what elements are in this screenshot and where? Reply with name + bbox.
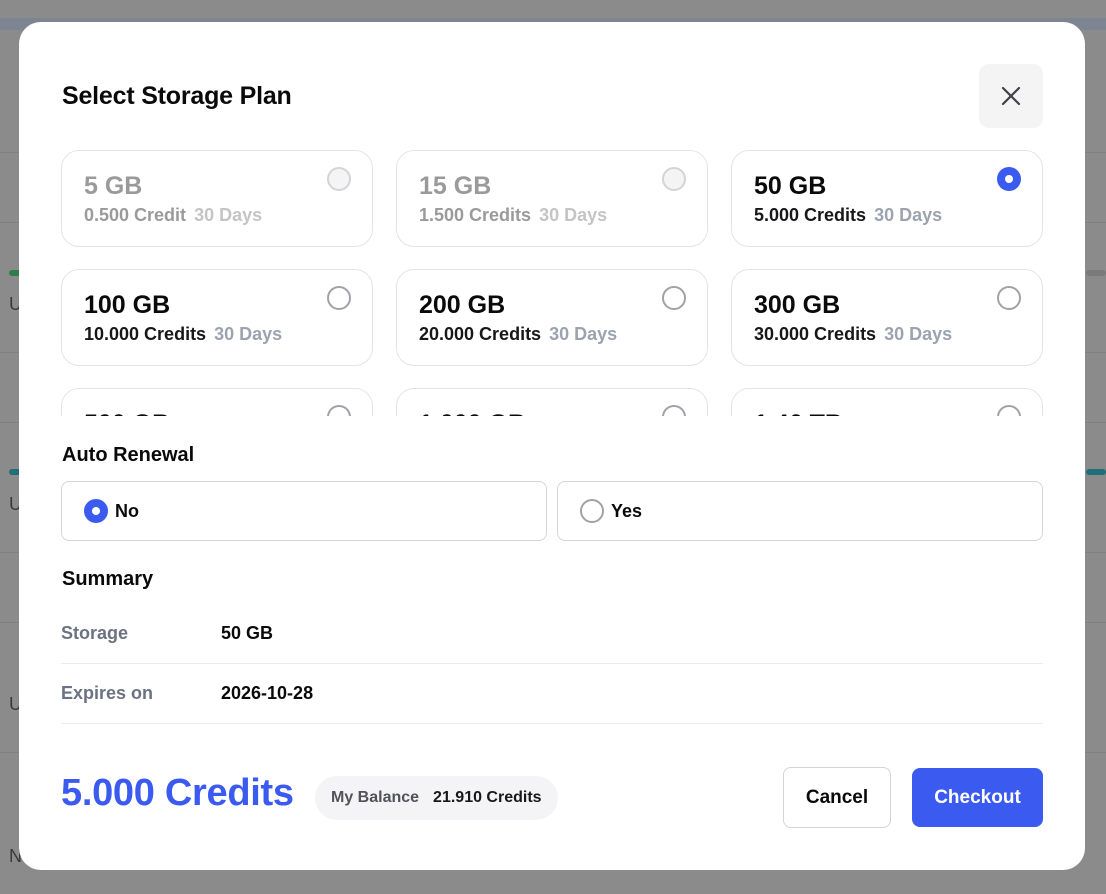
- background-progress: [1086, 469, 1106, 475]
- plan-credits: 20.000 Credits: [419, 324, 542, 344]
- plan-card[interactable]: 1.46 TB: [731, 388, 1043, 416]
- plan-duration: 30 Days: [549, 324, 618, 344]
- plan-meta: 1.500 Credits 30 Days: [419, 205, 685, 226]
- plan-meta: 5.000 Credits 30 Days: [754, 205, 1020, 226]
- plan-card[interactable]: 1,000 GB: [396, 388, 708, 416]
- plan-size: 300 GB: [754, 291, 841, 319]
- radio-yes[interactable]: [580, 499, 604, 523]
- auto-renewal-no-label: No: [115, 500, 139, 521]
- plan-meta: 30.000 Credits 30 Days: [754, 324, 1020, 345]
- plan-duration: 30 Days: [539, 205, 608, 225]
- plan-meta: 20.000 Credits 30 Days: [419, 324, 685, 345]
- plan-credits: 10.000 Credits: [84, 324, 207, 344]
- plan-size: 1.46 TB: [754, 409, 1020, 416]
- plan-list[interactable]: 5 GB 0.500 Credit 30 Days 15 GB 1.500 Credit…: [61, 150, 1045, 416]
- plan-duration: 30 Days: [884, 324, 953, 344]
- plan-grid: 5 GB 0.500 Credit 30 Days 15 GB 1.500 Credit…: [61, 150, 1045, 416]
- plan-credits: 1.500 Credits: [419, 205, 532, 225]
- summary-value: 50 GB: [221, 623, 274, 643]
- plan-size: 15 GB: [419, 172, 492, 200]
- plan-meta: 10.000 Credits 30 Days: [84, 324, 350, 345]
- summary-row-expires: Expires on 2026-10-28: [61, 664, 1043, 724]
- summary-value: 2026-10-28: [221, 683, 314, 703]
- total-price: 5.000 Credits: [61, 772, 294, 814]
- summary-key: Storage: [61, 623, 129, 643]
- plan-radio[interactable]: [327, 405, 351, 416]
- plan-card: 15 GB 1.500 Credits 30 Days: [396, 150, 708, 247]
- modal-title: Select Storage Plan: [62, 82, 292, 110]
- balance-label: My Balance: [331, 789, 420, 806]
- plan-duration: 30 Days: [194, 205, 263, 225]
- plan-duration: 30 Days: [874, 205, 943, 225]
- summary-row-storage: Storage 50 GB: [61, 604, 1043, 664]
- auto-renewal-option-yes[interactable]: Yes: [557, 481, 1043, 541]
- plan-card[interactable]: 50 GB 5.000 Credits 30 Days: [731, 150, 1043, 247]
- plan-card[interactable]: 200 GB 20.000 Credits 30 Days: [396, 269, 708, 366]
- plan-radio[interactable]: [997, 405, 1021, 416]
- plan-credits: 30.000 Credits: [754, 324, 877, 344]
- balance-badge: My Balance 21.910 Credits: [315, 776, 558, 820]
- plan-radio[interactable]: [997, 286, 1021, 310]
- plan-credits: 5.000 Credits: [754, 205, 867, 225]
- plan-radio[interactable]: [662, 405, 686, 416]
- plan-radio[interactable]: [997, 167, 1021, 191]
- plan-credits: 0.500 Credit: [84, 205, 187, 225]
- plan-size: 5 GB: [84, 172, 143, 200]
- plan-radio[interactable]: [662, 286, 686, 310]
- plan-size: 200 GB: [419, 291, 506, 319]
- plan-meta: 0.500 Credit 30 Days: [84, 205, 350, 226]
- radio-no[interactable]: [84, 499, 108, 523]
- summary-label: Summary: [62, 568, 154, 590]
- summary-key: Expires on: [61, 683, 154, 703]
- plan-size: 50 GB: [754, 172, 827, 200]
- plan-card[interactable]: 300 GB 30.000 Credits 30 Days: [731, 269, 1043, 366]
- plan-size: 500 GB: [84, 409, 350, 416]
- storage-plan-modal: Select Storage Plan 5 GB 0.500 Credit 30 D…: [19, 22, 1085, 870]
- plan-card[interactable]: 500 GB: [61, 388, 373, 416]
- plan-duration: 30 Days: [214, 324, 283, 344]
- auto-renewal-label: Auto Renewal: [62, 444, 195, 466]
- plan-card: 5 GB 0.500 Credit 30 Days: [61, 150, 373, 247]
- checkout-button[interactable]: Checkout: [912, 768, 1043, 827]
- plan-size: 1,000 GB: [419, 409, 685, 416]
- auto-renewal-yes-label: Yes: [611, 500, 643, 521]
- plan-radio: [662, 167, 686, 191]
- balance-value: 21.910 Credits: [433, 789, 542, 806]
- plan-radio[interactable]: [327, 286, 351, 310]
- close-button[interactable]: [979, 64, 1043, 128]
- plan-card[interactable]: 100 GB 10.000 Credits 30 Days: [61, 269, 373, 366]
- plan-radio: [327, 167, 351, 191]
- plan-size: 100 GB: [84, 291, 171, 319]
- auto-renewal-option-no[interactable]: No: [61, 481, 547, 541]
- background-progress: [1086, 270, 1106, 276]
- cancel-button[interactable]: Cancel: [783, 767, 891, 828]
- close-icon: [1001, 86, 1021, 106]
